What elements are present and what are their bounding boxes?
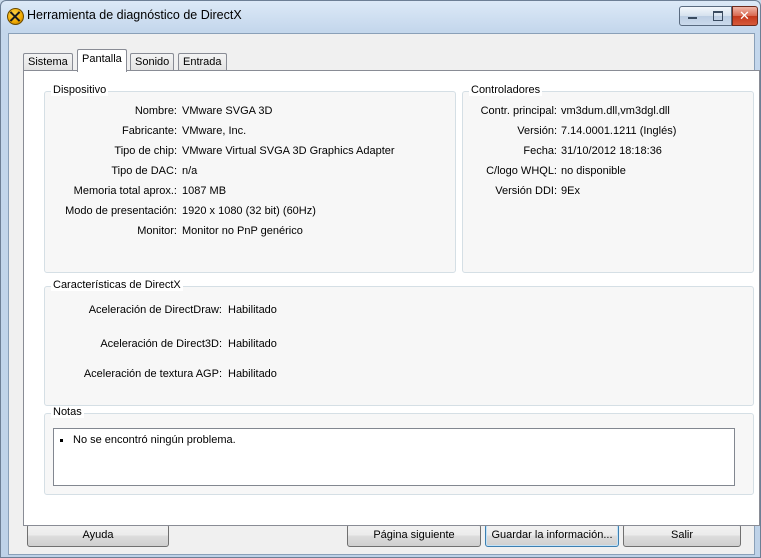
notes-group-title: Notas: [51, 406, 84, 418]
feature-value: Habilitado: [228, 304, 277, 316]
driver-row: Contr. principal: vm3dum.dll,vm3dgl.dll: [463, 105, 753, 121]
driver-label: Versión:: [517, 125, 557, 137]
feature-label: Aceleración de Direct3D:: [100, 338, 222, 350]
title-bar[interactable]: Herramienta de diagnóstico de DirectX ✕: [1, 1, 760, 33]
device-label: Memoria total aprox.:: [73, 185, 177, 197]
features-group-title: Características de DirectX: [51, 279, 183, 291]
device-label: Tipo de DAC:: [111, 165, 177, 177]
window-title: Herramienta de diagnóstico de DirectX: [27, 8, 242, 22]
device-row: Memoria total aprox.: 1087 MB: [45, 185, 455, 201]
save-information-button[interactable]: Guardar la información...: [485, 524, 619, 547]
notes-text: No se encontró ningún problema.: [73, 434, 236, 446]
feature-row: Aceleración de Direct3D: Habilitado: [45, 338, 753, 354]
device-group-title: Dispositivo: [51, 84, 109, 96]
minimize-button[interactable]: [679, 6, 707, 26]
next-page-button[interactable]: Página siguiente: [347, 524, 481, 547]
device-value: Monitor no PnP genérico: [182, 225, 303, 237]
minimize-icon: [688, 17, 697, 19]
feature-value: Habilitado: [228, 368, 277, 380]
feature-row: Aceleración de DirectDraw: Habilitado: [45, 304, 753, 320]
device-row: Monitor: Monitor no PnP genérico: [45, 225, 455, 241]
device-label: Fabricante:: [121, 125, 177, 137]
device-value: VMware SVGA 3D: [182, 105, 273, 117]
tab-page-pantalla: Dispositivo Nombre: VMware SVGA 3D Fabri…: [23, 70, 760, 526]
device-row: Modo de presentación: 1920 x 1080 (32 bi…: [45, 205, 455, 221]
driver-value: 7.14.0001.1211 (Inglés): [561, 125, 677, 137]
driver-row: C/logo WHQL: no disponible: [463, 165, 753, 181]
device-label: Tipo de chip:: [114, 145, 177, 157]
feature-label: Aceleración de textura AGP:: [83, 368, 222, 380]
driver-value: 31/10/2012 18:18:36: [561, 145, 662, 157]
dxdiag-window: Herramienta de diagnóstico de DirectX ✕ …: [0, 0, 761, 558]
help-button[interactable]: Ayuda: [27, 524, 169, 547]
drivers-group: Controladores Contr. principal: vm3dum.d…: [462, 84, 754, 273]
notes-group: Notas No se encontró ningún problema.: [44, 406, 754, 495]
device-row: Tipo de DAC: n/a: [45, 165, 455, 181]
driver-label: Contr. principal:: [480, 105, 557, 117]
device-row: Fabricante: VMware, Inc.: [45, 125, 455, 141]
maximize-button[interactable]: [705, 6, 732, 26]
driver-row: Versión: 7.14.0001.1211 (Inglés): [463, 125, 753, 141]
device-label: Monitor:: [137, 225, 177, 237]
driver-label: Fecha:: [523, 145, 557, 157]
close-button[interactable]: ✕: [732, 6, 758, 26]
driver-row: Versión DDI: 9Ex: [463, 185, 753, 201]
client-area: Sistema Pantalla Sonido Entrada Disposit…: [8, 33, 760, 555]
notes-item: No se encontró ningún problema.: [60, 434, 236, 446]
device-label: Modo de presentación:: [65, 205, 177, 217]
notes-textbox[interactable]: No se encontró ningún problema.: [53, 428, 735, 486]
bullet-icon: [60, 438, 63, 442]
directx-icon: [7, 8, 24, 25]
device-row: Tipo de chip: VMware Virtual SVGA 3D Gra…: [45, 145, 455, 161]
driver-row: Fecha: 31/10/2012 18:18:36: [463, 145, 753, 161]
driver-value: 9Ex: [561, 185, 580, 197]
tab-pantalla[interactable]: Pantalla: [77, 49, 127, 72]
device-value: VMware Virtual SVGA 3D Graphics Adapter: [182, 145, 395, 157]
feature-label: Aceleración de DirectDraw:: [88, 304, 222, 316]
driver-value: no disponible: [561, 165, 626, 177]
drivers-group-title: Controladores: [469, 84, 543, 96]
feature-value: Habilitado: [228, 338, 277, 350]
device-row: Nombre: VMware SVGA 3D: [45, 105, 455, 121]
device-value: VMware, Inc.: [182, 125, 247, 137]
driver-label: Versión DDI:: [495, 185, 557, 197]
device-value: n/a: [182, 165, 198, 177]
directx-features-group: Características de DirectX Aceleración d…: [44, 279, 754, 406]
driver-value: vm3dum.dll,vm3dgl.dll: [561, 105, 670, 117]
device-label: Nombre:: [134, 105, 177, 117]
tab-entrada[interactable]: Entrada: [178, 53, 227, 71]
feature-row: Aceleración de textura AGP: Habilitado: [45, 368, 753, 384]
maximize-icon: [713, 11, 723, 21]
tab-sistema[interactable]: Sistema: [23, 53, 73, 71]
driver-label: C/logo WHQL:: [486, 165, 557, 177]
device-value: 1087 MB: [182, 185, 227, 197]
device-value: 1920 x 1080 (32 bit) (60Hz): [182, 205, 316, 217]
device-group: Dispositivo Nombre: VMware SVGA 3D Fabri…: [44, 84, 456, 273]
exit-button[interactable]: Salir: [623, 524, 741, 547]
close-icon: ✕: [739, 8, 750, 23]
tab-sonido[interactable]: Sonido: [130, 53, 175, 71]
